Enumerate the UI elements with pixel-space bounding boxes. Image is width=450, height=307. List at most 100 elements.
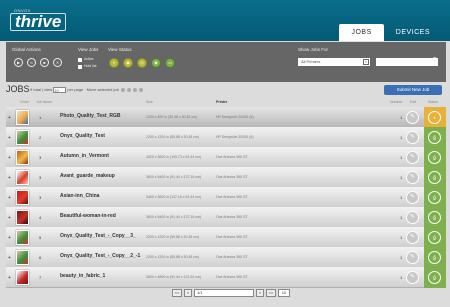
job-name[interactable]: Photo_Quality_Test_RGB <box>60 113 152 120</box>
cancel-icon[interactable]: ✕ <box>53 58 62 67</box>
prev-page-button[interactable]: < <box>184 289 192 297</box>
move-up-icon[interactable] <box>127 88 132 92</box>
move-top-icon[interactable] <box>120 88 125 92</box>
job-name[interactable]: beauty_in_fabric_1 <box>60 273 152 280</box>
search-input[interactable] <box>376 58 438 66</box>
hold-list-checkbox[interactable] <box>78 65 82 69</box>
table-row[interactable]: +2 Onyx_Quality_Test 2200 x 1200 in (55.88… <box>6 127 446 148</box>
last-page-button[interactable]: >> <box>266 289 276 297</box>
tab-devices[interactable]: DEVICES <box>384 24 442 41</box>
print-status-icon[interactable]: ⎙ <box>428 171 441 184</box>
expand-icon[interactable]: + <box>8 275 11 281</box>
col-size[interactable]: Size <box>146 100 153 104</box>
job-thumbnail <box>16 170 29 185</box>
pause-icon[interactable]: II <box>27 58 36 67</box>
next-page-button[interactable]: > <box>256 289 264 297</box>
table-row[interactable]: +3 Avant_guarde_makeup 3600 x 5400 in (91.… <box>6 167 446 188</box>
job-copies: 1 <box>400 155 403 160</box>
done-status-icon[interactable]: ◉ <box>151 58 161 68</box>
jobs-meta: 9 total | view 10 per page Move selected… <box>30 87 144 93</box>
edit-icon[interactable]: ✎ <box>406 231 419 244</box>
expand-icon[interactable]: + <box>8 115 11 121</box>
chevron-down-icon: ▾ <box>363 59 369 65</box>
job-name[interactable]: Beautiful-woman-in-red <box>60 213 152 220</box>
print-status-icon[interactable]: ⎙ <box>428 131 441 144</box>
col-status[interactable]: Status <box>428 100 438 104</box>
edit-icon[interactable]: ✎ <box>406 191 419 204</box>
table-row[interactable]: +3 Autumn_in_Vermont 4320 x 3600 in (109.7… <box>6 147 446 168</box>
print-status-icon[interactable]: ⎙ <box>428 151 441 164</box>
edit-icon[interactable]: ✎ <box>406 111 419 124</box>
print-status-icon[interactable]: ⎙ <box>428 231 441 244</box>
stop-icon[interactable]: ■ <box>40 58 49 67</box>
print-status-icon[interactable]: ◎ <box>137 58 147 68</box>
rip-status-icon[interactable]: ◉ <box>123 58 133 68</box>
job-name[interactable]: Avant_guarde_makeup <box>60 173 152 180</box>
job-name[interactable]: Onyx_Quality_Test <box>60 133 152 140</box>
expand-icon[interactable]: + <box>8 175 11 181</box>
move-bottom-icon[interactable] <box>139 88 144 92</box>
job-printer: Océ Arizona 350 GT <box>216 275 248 279</box>
expand-icon[interactable]: + <box>8 195 11 201</box>
job-printer: HP DesignJet Z6100 (6) <box>216 115 254 119</box>
col-order[interactable]: Order <box>20 100 29 104</box>
search-icon[interactable]: ⚲ <box>432 56 437 64</box>
hold-status-icon[interactable]: ⏸ <box>428 111 441 124</box>
print-status-icon[interactable]: ⎙ <box>428 251 441 264</box>
play-icon[interactable]: ▶ <box>14 58 23 67</box>
edit-icon[interactable]: ✎ <box>406 171 419 184</box>
job-size: 1200 x 820 in (30.48 x 20.83 cm) <box>146 115 198 119</box>
edit-icon[interactable]: ✎ <box>406 211 419 224</box>
expand-icon[interactable]: + <box>8 135 11 141</box>
job-printer: Océ Arizona 350 GT <box>216 155 248 159</box>
move-down-icon[interactable] <box>133 88 138 92</box>
table-row[interactable]: +6 Onyx_Quality_Test_-_Copy__2_-1 2200 x 1… <box>6 247 446 268</box>
edit-icon[interactable]: ✎ <box>406 151 419 164</box>
edit-icon[interactable]: ✎ <box>406 251 419 264</box>
table-row[interactable]: +3 Asian-inn_China 5400 x 3600 in (137.16 … <box>6 187 446 208</box>
first-page-button[interactable]: << <box>172 289 182 297</box>
job-thumbnail <box>16 110 29 125</box>
col-printer[interactable]: Printer <box>216 100 227 104</box>
job-copies: 1 <box>400 275 403 280</box>
job-name[interactable]: Autumn_in_Vermont <box>60 153 152 160</box>
job-order: 3 <box>39 155 42 160</box>
per-page-select[interactable]: 10 <box>53 87 67 93</box>
job-order: 1 <box>39 115 42 120</box>
tab-jobs[interactable]: JOBS <box>339 24 384 41</box>
edit-icon[interactable]: ✎ <box>406 131 419 144</box>
table-row[interactable]: +7 beauty_in_fabric_1 3600 x 4800 in (91.4… <box>6 267 446 288</box>
job-size: 3600 x 4800 in (91.44 x 121.92 cm) <box>146 275 202 279</box>
print-status-icon[interactable]: ⎙ <box>428 191 441 204</box>
hold-status-icon[interactable]: ⏸ <box>109 58 119 68</box>
col-copies[interactable]: Number <box>390 100 402 104</box>
table-row[interactable]: +1 Photo_Quality_Test_RGB 1200 x 820 in (3… <box>6 107 446 128</box>
move-selected-label: Move selected job <box>86 87 119 93</box>
edit-icon[interactable]: ✎ <box>406 271 419 284</box>
col-job-name[interactable]: Job Name <box>36 100 52 104</box>
thrive-logo[interactable]: ONVOX thrive <box>10 8 67 31</box>
expand-icon[interactable]: + <box>8 155 11 161</box>
job-name[interactable]: Onyx_Quality_Test_-_Copy__3_ <box>60 233 152 240</box>
expand-icon[interactable]: + <box>8 235 11 241</box>
archive-status-icon[interactable]: ▭ <box>165 58 175 68</box>
print-status-icon[interactable]: ⎙ <box>428 271 441 284</box>
job-name[interactable]: Onyx_Quality_Test_-_Copy__2_-1 <box>60 253 152 260</box>
printer-filter-select[interactable]: All Printers ▾ <box>298 58 370 66</box>
job-order: 4 <box>39 215 42 220</box>
active-checkbox[interactable] <box>78 58 82 62</box>
job-order: 2 <box>39 135 42 140</box>
table-row[interactable]: +5 Onyx_Quality_Test_-_Copy__3_ 2200 x 120… <box>6 227 446 248</box>
job-printer: Océ Arizona 350 GT <box>216 195 248 199</box>
page-input[interactable]: 1/1 <box>194 289 254 297</box>
pager-per-page-select[interactable]: 10 <box>278 289 290 297</box>
job-printer: Océ Arizona 350 GT <box>216 175 248 179</box>
job-copies: 1 <box>400 235 403 240</box>
job-name[interactable]: Asian-inn_China <box>60 193 152 200</box>
submit-new-job-button[interactable]: Submit New Job <box>384 85 442 95</box>
expand-icon[interactable]: + <box>8 255 11 261</box>
job-order: 3 <box>39 195 42 200</box>
expand-icon[interactable]: + <box>8 215 11 221</box>
print-status-icon[interactable]: ⎙ <box>428 211 441 224</box>
table-row[interactable]: +4 Beautiful-woman-in-red 3600 x 5400 in (… <box>6 207 446 228</box>
